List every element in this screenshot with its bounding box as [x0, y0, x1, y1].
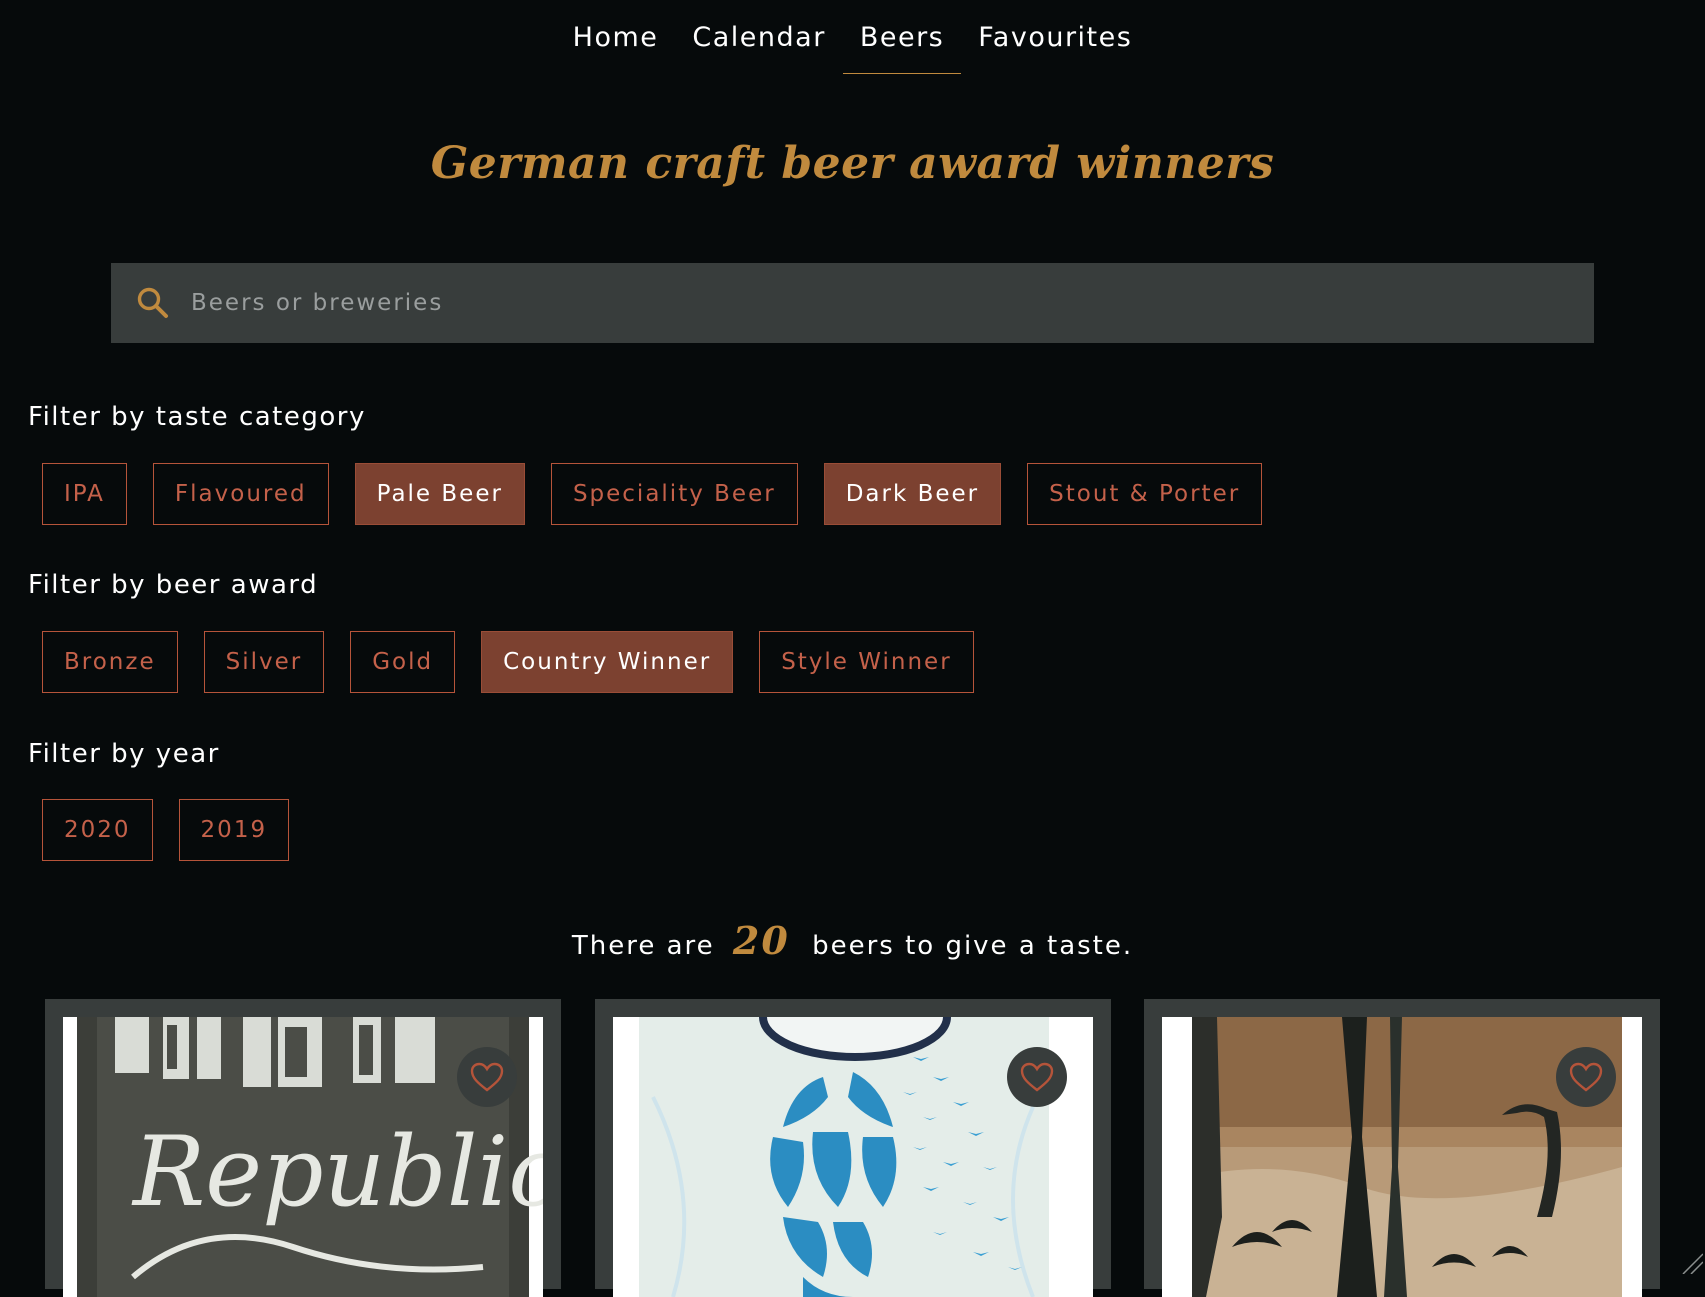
chip-flavoured[interactable]: Flavoured: [153, 463, 329, 525]
chip-country-winner[interactable]: Country Winner: [481, 631, 733, 693]
taste-filter-group: IPA Flavoured Pale Beer Speciality Beer …: [42, 463, 1262, 525]
heart-icon: [1020, 1062, 1054, 1092]
resize-grip-icon[interactable]: [1677, 1248, 1703, 1274]
chip-style-winner[interactable]: Style Winner: [759, 631, 973, 693]
brew-republic-logo-text: Republic: [131, 1116, 543, 1228]
chip-ipa[interactable]: IPA: [42, 463, 127, 525]
search-input[interactable]: [189, 263, 1594, 343]
beer-image-hop-birds: [613, 1017, 1093, 1297]
chip-stout-porter[interactable]: Stout & Porter: [1027, 463, 1262, 525]
beer-card[interactable]: [1144, 999, 1660, 1289]
chip-2019[interactable]: 2019: [179, 799, 290, 861]
beer-image-brew-republic: Republic: [63, 1017, 543, 1297]
beer-card[interactable]: Republic: [45, 999, 561, 1289]
nav-beers[interactable]: Beers: [843, 0, 961, 74]
chip-speciality-beer[interactable]: Speciality Beer: [551, 463, 798, 525]
award-filter-group: Bronze Silver Gold Country Winner Style …: [42, 631, 974, 693]
chip-bronze[interactable]: Bronze: [42, 631, 178, 693]
nav-home[interactable]: Home: [556, 0, 676, 74]
chip-2020[interactable]: 2020: [42, 799, 153, 861]
search-bar: [111, 263, 1594, 343]
heart-icon: [470, 1062, 504, 1092]
chip-dark-beer[interactable]: Dark Beer: [824, 463, 1001, 525]
page-title: German craft beer award winners: [0, 138, 1705, 189]
chip-pale-beer[interactable]: Pale Beer: [355, 463, 525, 525]
chip-gold[interactable]: Gold: [350, 631, 455, 693]
beer-card[interactable]: [595, 999, 1111, 1289]
result-count-suffix: beers to give a taste.: [812, 931, 1133, 961]
nav-favourites[interactable]: Favourites: [961, 0, 1149, 74]
filter-taste-heading: Filter by taste category: [28, 402, 366, 432]
result-count-line: There are 20 beers to give a taste.: [0, 918, 1705, 963]
filter-award-heading: Filter by beer award: [28, 570, 318, 600]
result-count-prefix: There are: [572, 931, 715, 961]
favourite-button[interactable]: [1556, 1047, 1616, 1107]
nav-calendar[interactable]: Calendar: [675, 0, 842, 74]
favourite-button[interactable]: [457, 1047, 517, 1107]
search-icon: [135, 285, 171, 321]
filter-year-heading: Filter by year: [28, 739, 220, 769]
year-filter-group: 2020 2019: [42, 799, 289, 861]
main-nav: Home Calendar Beers Favourites: [0, 0, 1705, 74]
chip-silver[interactable]: Silver: [204, 631, 325, 693]
beer-image-crane-birds: [1162, 1017, 1642, 1297]
result-count-number: 20: [733, 918, 790, 963]
favourite-button[interactable]: [1007, 1047, 1067, 1107]
heart-icon: [1569, 1062, 1603, 1092]
